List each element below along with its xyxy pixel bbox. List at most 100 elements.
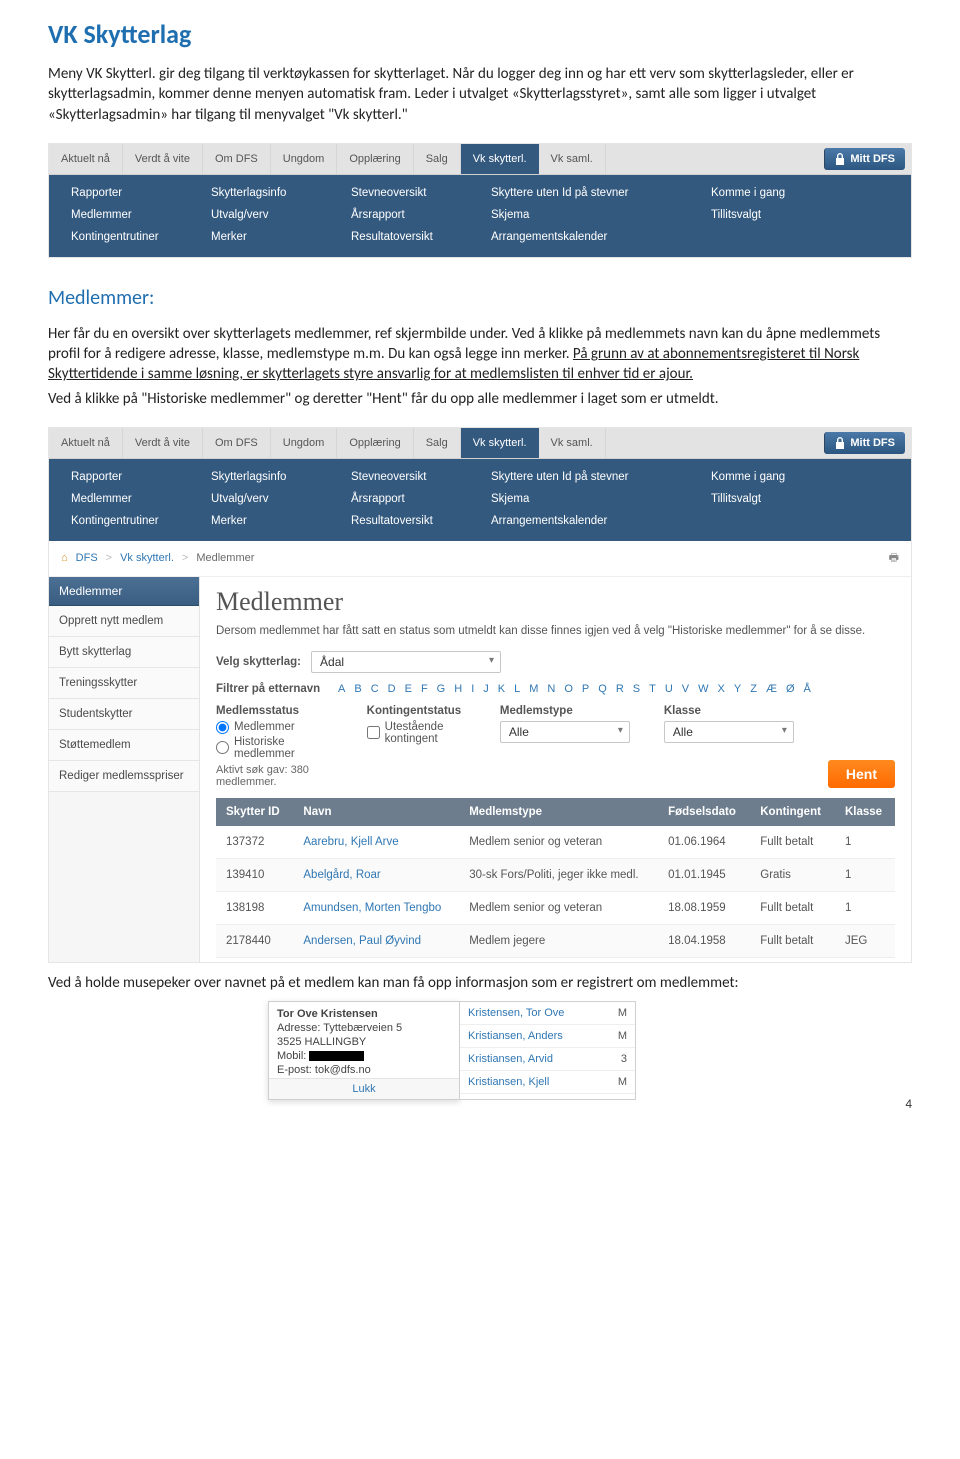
cell-navn[interactable]: Abelgård, Roar: [293, 858, 459, 891]
alpha-J[interactable]: J: [483, 683, 489, 695]
klasse-dropdown[interactable]: Alle: [664, 721, 794, 743]
sm2-skjema[interactable]: Skjema: [491, 493, 691, 505]
th-klasse[interactable]: Klasse: [835, 798, 895, 826]
tab2-salg[interactable]: Salg: [414, 428, 461, 458]
th-navn[interactable]: Navn: [293, 798, 459, 826]
sm2-komme-i-gang[interactable]: Komme i gang: [711, 471, 831, 483]
alpha-T[interactable]: T: [649, 683, 656, 695]
cell-navn[interactable]: Aarebru, Kjell Arve: [293, 826, 459, 859]
alpha-W[interactable]: W: [698, 683, 708, 695]
alpha-E[interactable]: E: [405, 683, 412, 695]
tab-salg[interactable]: Salg: [414, 144, 461, 174]
alpha-M[interactable]: M: [529, 683, 538, 695]
alpha-X[interactable]: X: [718, 683, 725, 695]
print-icon[interactable]: 🖶: [889, 549, 899, 568]
alpha-K[interactable]: K: [498, 683, 505, 695]
alpha-F[interactable]: F: [421, 683, 428, 695]
tab2-vk-saml[interactable]: Vk saml.: [539, 428, 606, 458]
crumb-vk-skytterl[interactable]: Vk skytterl.: [120, 552, 174, 564]
alpha-P[interactable]: P: [582, 683, 589, 695]
tab2-aktuelt[interactable]: Aktuelt nå: [49, 428, 123, 458]
alpha-A[interactable]: A: [338, 683, 345, 695]
tab-verdt[interactable]: Verdt å vite: [123, 144, 203, 174]
cell-navn[interactable]: Andersen, Paul Øyvind: [293, 924, 459, 957]
tab2-omdfs[interactable]: Om DFS: [203, 428, 271, 458]
tab-omdfs[interactable]: Om DFS: [203, 144, 271, 174]
side-stotte[interactable]: Støttemedlem: [49, 730, 199, 761]
mitt-dfs-button[interactable]: Mitt DFS: [824, 148, 905, 170]
hent-button[interactable]: Hent: [828, 760, 895, 788]
alpha-Æ[interactable]: Æ: [766, 683, 777, 695]
submenu-skytterlagsinfo[interactable]: Skytterlagsinfo: [211, 187, 331, 199]
th-kontingent[interactable]: Kontingent: [750, 798, 835, 826]
alpha-D[interactable]: D: [388, 683, 396, 695]
alpha-Å[interactable]: Å: [804, 683, 811, 695]
side-trening[interactable]: Treningsskytter: [49, 668, 199, 699]
side-student[interactable]: Studentskytter: [49, 699, 199, 730]
side-rediger-priser[interactable]: Rediger medlemsspriser: [49, 761, 199, 792]
alpha-Y[interactable]: Y: [734, 683, 741, 695]
sm2-stevneoversikt[interactable]: Stevneoversikt: [351, 471, 471, 483]
submenu-arrangementskalender[interactable]: Arrangementskalender: [491, 231, 691, 243]
sm2-arrangementskalender[interactable]: Arrangementskalender: [491, 515, 691, 527]
radio-medlemmer[interactable]: [216, 721, 229, 734]
alpha-C[interactable]: C: [371, 683, 379, 695]
sm2-aarsrapport[interactable]: Årsrapport: [351, 493, 471, 505]
alpha-N[interactable]: N: [547, 683, 555, 695]
submenu-rapporter[interactable]: Rapporter: [71, 187, 191, 199]
alpha-Z[interactable]: Z: [750, 683, 757, 695]
sm2-kontingentrutiner[interactable]: Kontingentrutiner: [71, 515, 191, 527]
cell-navn[interactable]: Amundsen, Morten Tengbo: [293, 891, 459, 924]
alpha-V[interactable]: V: [682, 683, 689, 695]
tooltip-list-row[interactable]: Kristiansen, AndersM: [460, 1025, 635, 1048]
submenu-skjema[interactable]: Skjema: [491, 209, 691, 221]
sm2-skytterlagsinfo[interactable]: Skytterlagsinfo: [211, 471, 331, 483]
tooltip-list-row[interactable]: Kristiansen, KjellM: [460, 1071, 635, 1094]
sm2-utvalg-verv[interactable]: Utvalg/verv: [211, 493, 331, 505]
alpha-S[interactable]: S: [633, 683, 640, 695]
alpha-Ø[interactable]: Ø: [786, 683, 795, 695]
tab-ungdom[interactable]: Ungdom: [271, 144, 338, 174]
tab2-opplaering[interactable]: Opplæring: [337, 428, 413, 458]
home-icon[interactable]: ⌂: [61, 552, 68, 564]
tab-vk-skytterl[interactable]: Vk skytterl.: [461, 144, 539, 174]
radio-historiske[interactable]: [216, 741, 229, 754]
submenu-medlemmer[interactable]: Medlemmer: [71, 209, 191, 221]
medlemstype-dropdown[interactable]: Alle: [500, 721, 630, 743]
alpha-Q[interactable]: Q: [598, 683, 607, 695]
tab2-verdt[interactable]: Verdt å vite: [123, 428, 203, 458]
submenu-aarsrapport[interactable]: Årsrapport: [351, 209, 471, 221]
alpha-L[interactable]: L: [514, 683, 520, 695]
submenu-resultatoversikt[interactable]: Resultatoversikt: [351, 231, 471, 243]
side-opprett[interactable]: Opprett nytt medlem: [49, 606, 199, 637]
th-medlemstype[interactable]: Medlemstype: [459, 798, 658, 826]
alpha-O[interactable]: O: [564, 683, 573, 695]
th-fodselsdato[interactable]: Fødselsdato: [658, 798, 750, 826]
alpha-R[interactable]: R: [616, 683, 624, 695]
sm2-skyttere-uten-id[interactable]: Skyttere uten Id på stevner: [491, 471, 691, 483]
submenu-merker[interactable]: Merker: [211, 231, 331, 243]
sm2-rapporter[interactable]: Rapporter: [71, 471, 191, 483]
submenu-utvalg-verv[interactable]: Utvalg/verv: [211, 209, 331, 221]
alpha-I[interactable]: I: [471, 683, 474, 695]
sm2-merker[interactable]: Merker: [211, 515, 331, 527]
submenu-tillitsvalgt[interactable]: Tillitsvalgt: [711, 209, 831, 221]
alpha-B[interactable]: B: [354, 683, 361, 695]
side-bytt[interactable]: Bytt skytterlag: [49, 637, 199, 668]
tooltip-list-row[interactable]: Kristensen, Tor OveM: [460, 1002, 635, 1025]
sm2-tillitsvalgt[interactable]: Tillitsvalgt: [711, 493, 831, 505]
submenu-kontingentrutiner[interactable]: Kontingentrutiner: [71, 231, 191, 243]
mitt-dfs-button-2[interactable]: Mitt DFS: [824, 432, 905, 454]
th-skytter-id[interactable]: Skytter ID: [216, 798, 293, 826]
tab2-vk-skytterl[interactable]: Vk skytterl.: [461, 428, 539, 458]
velg-skytterlag-dropdown[interactable]: Ådal: [311, 651, 501, 673]
tab-vk-saml[interactable]: Vk saml.: [539, 144, 606, 174]
checkbox-utestaaende[interactable]: [367, 726, 380, 739]
sm2-medlemmer[interactable]: Medlemmer: [71, 493, 191, 505]
sm2-resultatoversikt[interactable]: Resultatoversikt: [351, 515, 471, 527]
tab-opplaering[interactable]: Opplæring: [337, 144, 413, 174]
crumb-dfs[interactable]: DFS: [76, 552, 98, 564]
submenu-stevneoversikt[interactable]: Stevneoversikt: [351, 187, 471, 199]
tooltip-close[interactable]: Lukk: [269, 1078, 459, 1099]
alpha-H[interactable]: H: [454, 683, 462, 695]
